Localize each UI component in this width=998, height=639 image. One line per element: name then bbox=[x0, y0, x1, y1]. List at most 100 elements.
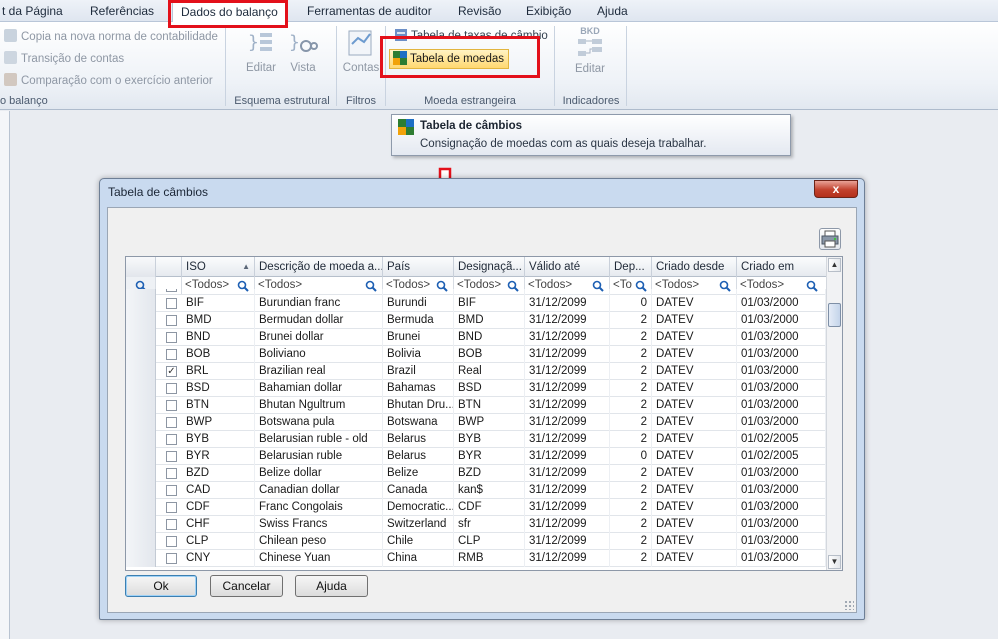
indicators-edit-button[interactable]: BKD Editar bbox=[568, 26, 612, 75]
row-checkbox[interactable] bbox=[166, 468, 177, 479]
column-header-valid-until[interactable]: Válido até bbox=[525, 257, 610, 277]
row-header[interactable] bbox=[126, 448, 156, 465]
row-checkbox[interactable] bbox=[166, 451, 177, 462]
compare-previous-year-button[interactable]: Comparação com o exercício anterior bbox=[4, 72, 213, 90]
row-header[interactable] bbox=[126, 329, 156, 346]
row-header[interactable] bbox=[126, 380, 156, 397]
checkmark-icon: ✓ bbox=[167, 366, 176, 377]
column-header-created-on[interactable]: Criado em bbox=[737, 257, 826, 277]
row-checkbox[interactable] bbox=[166, 417, 177, 428]
table-row[interactable]: BTN Bhutan Ngultrum Bhutan Dru... BTN 31/12/… bbox=[126, 397, 826, 414]
vertical-scrollbar[interactable]: ▲ ▼ bbox=[826, 257, 842, 570]
row-checkbox[interactable] bbox=[166, 485, 177, 496]
cell-country: Chile bbox=[383, 533, 454, 550]
tab-references[interactable]: Referências bbox=[90, 2, 154, 22]
row-header[interactable] bbox=[126, 516, 156, 533]
row-header[interactable] bbox=[126, 550, 156, 567]
column-header-description[interactable]: Descrição de moeda a... bbox=[255, 257, 383, 277]
resize-grip[interactable] bbox=[844, 600, 854, 610]
table-row[interactable]: CLP Chilean peso Chile CLP 31/12/2099 2 DATEV 0… bbox=[126, 533, 826, 550]
table-row[interactable]: CDF Franc Congolais Democratic... CDF 31/12/… bbox=[126, 499, 826, 516]
column-header-dep[interactable]: Dep... bbox=[610, 257, 652, 277]
row-header[interactable] bbox=[126, 499, 156, 516]
structure-edit-button[interactable]: } Editar bbox=[243, 28, 279, 74]
cell-country: Bermuda bbox=[383, 312, 454, 329]
column-header-country[interactable]: País bbox=[383, 257, 454, 277]
currency-table-button[interactable]: Tabela de moedas bbox=[389, 49, 509, 69]
exchange-rate-table-button[interactable]: Tabela de taxas de câmbio bbox=[391, 27, 552, 47]
cell-created: 01/03/2000 bbox=[737, 482, 826, 499]
row-checkbox[interactable] bbox=[166, 289, 177, 292]
row-header[interactable] bbox=[126, 397, 156, 414]
column-header-designation[interactable]: Designaçã... bbox=[454, 257, 525, 277]
table-row[interactable]: BND Brunei dollar Brunei BND 31/12/2099 2 DATE… bbox=[126, 329, 826, 346]
cell-dep: 2 bbox=[610, 329, 652, 346]
cell-country: Switzerland bbox=[383, 516, 454, 533]
row-header[interactable] bbox=[126, 312, 156, 329]
row-checkbox[interactable] bbox=[166, 383, 177, 394]
cell-created: 01/02/2005 bbox=[737, 448, 826, 465]
cell-iso: CLP bbox=[182, 533, 255, 550]
bkd-badge: BKD bbox=[580, 26, 600, 36]
row-checkbox[interactable] bbox=[166, 536, 177, 547]
cell-sym: sfr bbox=[454, 516, 525, 533]
scroll-down-button[interactable]: ▼ bbox=[828, 555, 841, 569]
group-label-filters: Filtros bbox=[346, 95, 376, 107]
tab-view[interactable]: Exibição bbox=[526, 2, 571, 22]
table-row[interactable]: BWP Botswana pula Botswana BWP 31/12/2099 2 DA… bbox=[126, 414, 826, 431]
table-row[interactable]: BSD Bahamian dollar Bahamas BSD 31/12/2099 2 D… bbox=[126, 380, 826, 397]
row-header[interactable] bbox=[126, 363, 156, 380]
row-header[interactable] bbox=[126, 414, 156, 431]
tab-balance-data[interactable]: Dados do balanço bbox=[172, 2, 287, 23]
column-header-iso[interactable]: ISO ▲ bbox=[182, 257, 255, 277]
column-header-created-since[interactable]: Criado desde bbox=[652, 257, 737, 277]
row-checkbox[interactable]: ✓ bbox=[166, 366, 177, 377]
tab-review[interactable]: Revisão bbox=[458, 2, 501, 22]
table-row[interactable]: BYR Belarusian ruble Belarus BYR 31/12/2099 0… bbox=[126, 448, 826, 465]
table-row[interactable]: BZD Belize dollar Belize BZD 31/12/2099 2 DATE… bbox=[126, 465, 826, 482]
tab-help[interactable]: Ajuda bbox=[597, 2, 628, 22]
table-row[interactable]: BOB Boliviano Bolivia BOB 31/12/2099 2 DATEV 01… bbox=[126, 346, 826, 363]
table-row[interactable]: BMD Bermudan dollar Bermuda BMD 31/12/2099 2 D… bbox=[126, 312, 826, 329]
account-transition-button[interactable]: Transição de contas bbox=[4, 50, 124, 68]
tab-page-layout[interactable]: t da Página bbox=[2, 2, 63, 22]
cell-dep: 2 bbox=[610, 363, 652, 380]
cell-iso: BRL bbox=[182, 363, 255, 380]
row-checkbox[interactable] bbox=[166, 349, 177, 360]
row-checkbox[interactable] bbox=[166, 315, 177, 326]
row-checkbox[interactable] bbox=[166, 519, 177, 530]
table-row[interactable]: CNY Chinese Yuan China RMB 31/12/2099 2 DATEV 0… bbox=[126, 550, 826, 567]
row-checkbox[interactable] bbox=[166, 502, 177, 513]
row-header[interactable] bbox=[126, 295, 156, 312]
accounts-filter-button[interactable]: Contas bbox=[342, 28, 380, 74]
table-row[interactable]: BIF Burundian franc Burundi BIF 31/12/2099 0 D… bbox=[126, 295, 826, 312]
table-row[interactable]: ✓ BRL Brazilian real Brazil Real 31/12/2099 2 D… bbox=[126, 363, 826, 380]
copy-new-standard-button[interactable]: Copia na nova norma de contabilidade bbox=[4, 28, 218, 46]
row-header[interactable] bbox=[126, 346, 156, 363]
structure-view-button[interactable]: } Vista bbox=[287, 28, 319, 74]
print-button[interactable] bbox=[819, 228, 841, 250]
scroll-thumb[interactable] bbox=[828, 303, 841, 327]
row-checkbox[interactable] bbox=[166, 553, 177, 564]
row-checkbox[interactable] bbox=[166, 298, 177, 309]
help-button[interactable]: Ajuda bbox=[295, 575, 368, 597]
row-header[interactable] bbox=[126, 482, 156, 499]
scroll-up-button[interactable]: ▲ bbox=[828, 258, 841, 272]
tab-auditor-tools[interactable]: Ferramentas de auditor bbox=[307, 2, 432, 22]
ok-button[interactable]: Ok bbox=[125, 575, 197, 597]
row-checkbox[interactable] bbox=[166, 400, 177, 411]
table-row[interactable]: BYB Belarusian ruble - old Belarus BYB 31/12… bbox=[126, 431, 826, 448]
table-row[interactable]: CAD Canadian dollar Canada kan$ 31/12/2099 2 D… bbox=[126, 482, 826, 499]
row-header[interactable] bbox=[126, 431, 156, 448]
table-row[interactable]: CHF Swiss Francs Switzerland sfr 31/12/2099 2… bbox=[126, 516, 826, 533]
row-header[interactable] bbox=[126, 465, 156, 482]
cell-desc: Belarusian ruble bbox=[255, 448, 383, 465]
row-checkbox[interactable] bbox=[166, 434, 177, 445]
cancel-button[interactable]: Cancelar bbox=[210, 575, 283, 597]
cell-iso: BIF bbox=[182, 295, 255, 312]
close-button[interactable]: x bbox=[814, 180, 858, 198]
dialog-title: Tabela de câmbios bbox=[108, 185, 209, 199]
row-header[interactable] bbox=[126, 533, 156, 550]
row-checkbox[interactable] bbox=[166, 332, 177, 343]
cell-valid: 31/12/2099 bbox=[525, 448, 610, 465]
